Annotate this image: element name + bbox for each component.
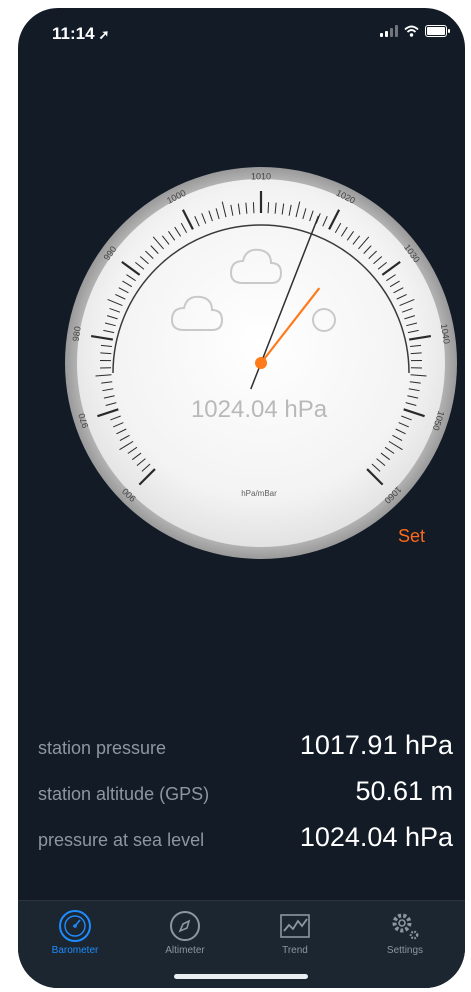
trend-icon xyxy=(280,914,310,938)
tab-barometer[interactable]: Barometer xyxy=(20,909,130,956)
sea-level-pressure-row: pressure at sea level 1024.04 hPa xyxy=(18,822,465,862)
status-bar: 11:14 ➚ xyxy=(18,8,465,52)
settings-icon xyxy=(392,913,419,940)
pressure-readout: 1024.04 hPa xyxy=(191,396,328,423)
reading-label: station pressure xyxy=(38,738,167,758)
reading-label: station altitude (GPS) xyxy=(38,784,210,804)
tab-label: Settings xyxy=(386,945,424,956)
gauge-tick xyxy=(252,202,255,214)
location-arrow-icon: ➚ xyxy=(98,27,110,42)
app-screen: 11:14 ➚ 900 970 980 990 1000 1010 1020 1… xyxy=(18,8,465,988)
barometer-gauge: 9009709809901000101010201030104010501060… xyxy=(65,167,457,559)
reading-value: 1024.04 hPa xyxy=(299,822,453,852)
reading-value: 1017.91 hPa xyxy=(299,730,453,760)
signal-icon xyxy=(380,25,398,37)
barometer-icon xyxy=(59,910,91,942)
reading-value: 50.61 m xyxy=(355,776,453,806)
tab-label: Barometer xyxy=(51,945,99,956)
tab-altimeter[interactable]: Altimeter xyxy=(130,909,240,956)
station-altitude-row: station altitude (GPS) 50.61 m xyxy=(18,776,465,816)
tab-label: Altimeter xyxy=(165,945,205,956)
set-button[interactable]: Set xyxy=(398,526,425,547)
gauge-tick xyxy=(410,352,422,355)
needle-hub xyxy=(255,357,267,369)
battery-icon xyxy=(425,25,450,37)
status-time: 11:14 ➚ xyxy=(52,24,109,44)
wifi-icon xyxy=(404,25,419,37)
tab-trend[interactable]: Trend xyxy=(240,909,350,956)
tab-label: Trend xyxy=(282,945,308,956)
status-time-text: 11:14 xyxy=(52,24,95,43)
gauge-tick xyxy=(267,202,270,214)
reading-label: pressure at sea level xyxy=(38,830,205,850)
home-indicator xyxy=(174,974,308,979)
gauge-tick-label: 1010 xyxy=(251,171,271,181)
compass-icon xyxy=(170,911,200,941)
gauge-tick xyxy=(100,352,112,355)
status-icons xyxy=(380,25,450,37)
tab-settings[interactable]: Settings xyxy=(350,909,460,956)
station-pressure-row: station pressure 1017.91 hPa xyxy=(18,730,465,770)
unit-label: hPa/mBar xyxy=(241,489,277,498)
